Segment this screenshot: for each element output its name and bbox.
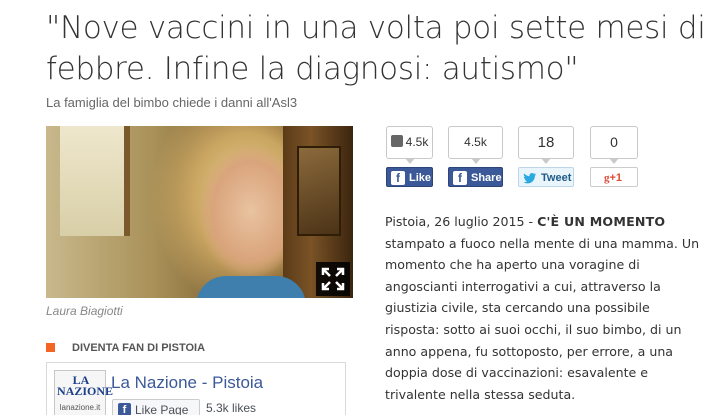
gplus-button-label: +1	[609, 172, 623, 184]
share-count: 4.5k	[464, 135, 487, 149]
article-text: stampato a fuoco nella mente di una mamm…	[385, 235, 700, 402]
facebook-page-plugin: LA NAZIONE lanazione.it La Nazione - Pis…	[46, 362, 346, 415]
share-count-bubble: 4.5k	[448, 126, 503, 164]
facebook-share-button[interactable]: f Share	[448, 167, 503, 187]
google-plus-icon: g+1	[604, 172, 623, 184]
orange-bullet-icon	[46, 343, 55, 352]
like-page-label: Like Page	[135, 403, 189, 415]
article-photo[interactable]	[46, 126, 353, 298]
la-nazione-logo[interactable]: LA NAZIONE lanazione.it	[54, 370, 114, 415]
article-subheadline: La famiglia del bimbo chiede i danni all…	[46, 95, 298, 110]
facebook-icon: f	[391, 171, 405, 185]
article-lead: C'È UN MOMENTO	[537, 214, 666, 229]
google-plus-button[interactable]: g+1	[590, 167, 638, 187]
fan-box-header-text: DIVENTA FAN DI PISTOIA	[72, 342, 206, 354]
article-body: Pistoia, 26 luglio 2015 - C'È UN MOMENTO…	[385, 211, 707, 405]
share-button-label: Share	[471, 172, 502, 184]
like-page-button[interactable]: f Like Page	[112, 399, 200, 415]
like-button-label: Like	[409, 172, 432, 184]
facebook-icon: f	[118, 403, 131, 415]
thumbs-up-icon	[390, 135, 403, 147]
photo-background-window	[60, 126, 130, 236]
tweet-button-label: Tweet	[541, 172, 572, 184]
image-caption: Laura Biagiotti	[46, 304, 123, 318]
gplus-count: 0	[610, 134, 618, 150]
facebook-icon: f	[453, 171, 467, 185]
article-dateline: Pistoia, 26 luglio 2015 -	[385, 214, 538, 229]
twitter-bird-icon	[523, 171, 537, 185]
logo-title: LA NAZIONE	[57, 373, 114, 398]
gplus-count-bubble: 0	[590, 126, 638, 164]
page-likes-count: 5.3k likes	[206, 401, 257, 415]
expand-icon[interactable]	[316, 262, 350, 296]
tweet-count-bubble: 18	[518, 126, 574, 164]
tweet-count: 18	[537, 134, 555, 151]
tweet-button[interactable]: Tweet	[518, 167, 574, 187]
article-headline: "Nove vaccini in una volta poi sette mes…	[46, 10, 706, 87]
like-count: 4.5k	[405, 135, 429, 149]
logo-url: lanazione.it	[59, 403, 101, 412]
like-count-bubble: 4.5k	[386, 126, 433, 164]
facebook-like-button[interactable]: f Like	[386, 167, 433, 187]
photo-subject-shirt	[196, 276, 306, 298]
facebook-page-name[interactable]: La Nazione - Pistoia	[111, 373, 263, 393]
